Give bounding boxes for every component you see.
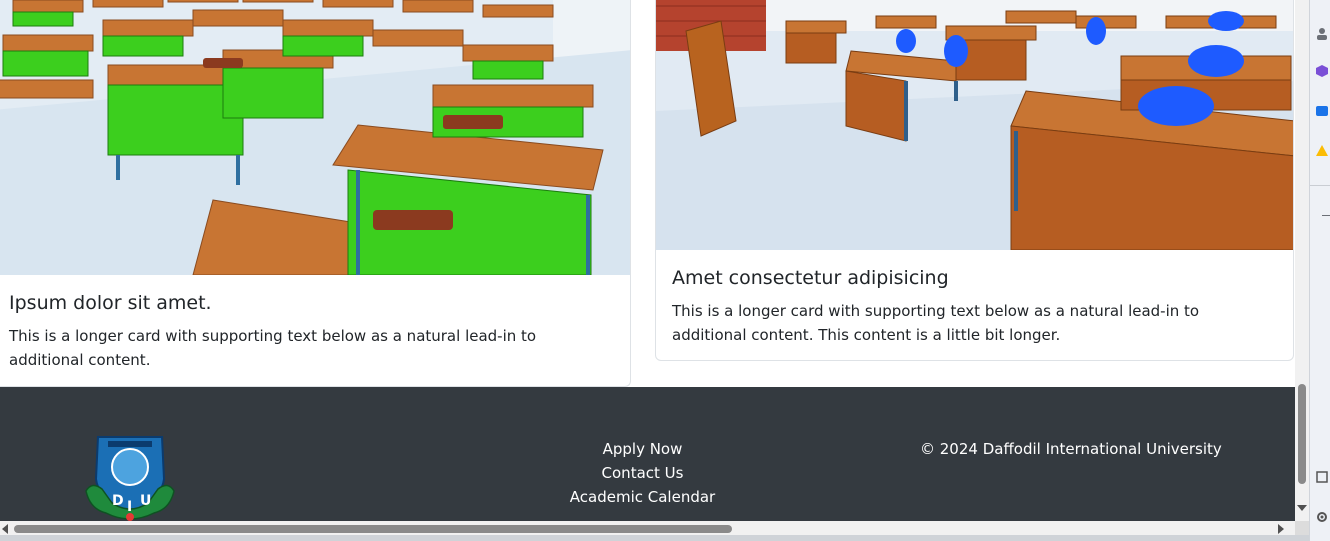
scrollbar-corner bbox=[1295, 521, 1309, 535]
card-image-blue-chairs bbox=[656, 0, 1293, 250]
card-classroom-blue: Amet consectetur adipisicing This is a l… bbox=[655, 0, 1294, 361]
card-title: Ipsum dolor sit amet. bbox=[9, 292, 212, 314]
gear-icon[interactable] bbox=[1315, 510, 1329, 524]
card-text: This is a longer card with supporting te… bbox=[9, 327, 537, 369]
page-viewport: Ipsum dolor sit amet. This is a longer c… bbox=[0, 0, 1295, 521]
apply-now-link[interactable]: Apply Now bbox=[560, 437, 725, 461]
side-panel-divider bbox=[1310, 185, 1330, 186]
extension-icon[interactable] bbox=[1315, 64, 1329, 78]
scroll-left-arrow-icon[interactable] bbox=[2, 524, 8, 534]
profile-icon[interactable] bbox=[1315, 26, 1329, 40]
scroll-right-arrow-icon[interactable] bbox=[1278, 524, 1284, 534]
card-text: This is a longer card with supporting te… bbox=[672, 302, 1200, 344]
panel-toggle-icon[interactable] bbox=[1315, 470, 1329, 484]
scroll-down-arrow-icon[interactable] bbox=[1297, 505, 1307, 511]
logo-letter-i: I bbox=[127, 499, 132, 515]
logo-letter-u: U bbox=[140, 493, 151, 509]
outlook-icon[interactable] bbox=[1315, 104, 1329, 118]
copyright-text: © 2024 Daffodil International University bbox=[920, 440, 1222, 458]
browser-side-panel bbox=[1309, 0, 1330, 541]
card-classroom-green: Ipsum dolor sit amet. This is a longer c… bbox=[0, 0, 631, 387]
vertical-scrollbar[interactable] bbox=[1295, 0, 1309, 521]
card-title: Amet consectetur adipisicing bbox=[672, 267, 949, 289]
minus-icon[interactable] bbox=[1322, 215, 1330, 216]
footer-nav: Apply Now Contact Us Academic Calendar bbox=[560, 437, 725, 509]
horizontal-scrollbar[interactable] bbox=[0, 521, 1295, 535]
horizontal-scrollbar-thumb[interactable] bbox=[14, 525, 732, 533]
contact-us-link[interactable]: Contact Us bbox=[560, 461, 725, 485]
window-bottom-edge bbox=[0, 535, 1309, 541]
card-image-green-desks bbox=[0, 0, 630, 275]
drive-icon[interactable] bbox=[1315, 144, 1329, 158]
diu-logo: D I U bbox=[84, 433, 176, 521]
academic-calendar-link[interactable]: Academic Calendar bbox=[560, 485, 725, 509]
vertical-scrollbar-thumb[interactable] bbox=[1298, 384, 1306, 484]
site-footer: D I U Apply Now Contact Us Academic Cale… bbox=[0, 387, 1295, 521]
logo-letter-d: D bbox=[112, 493, 124, 509]
